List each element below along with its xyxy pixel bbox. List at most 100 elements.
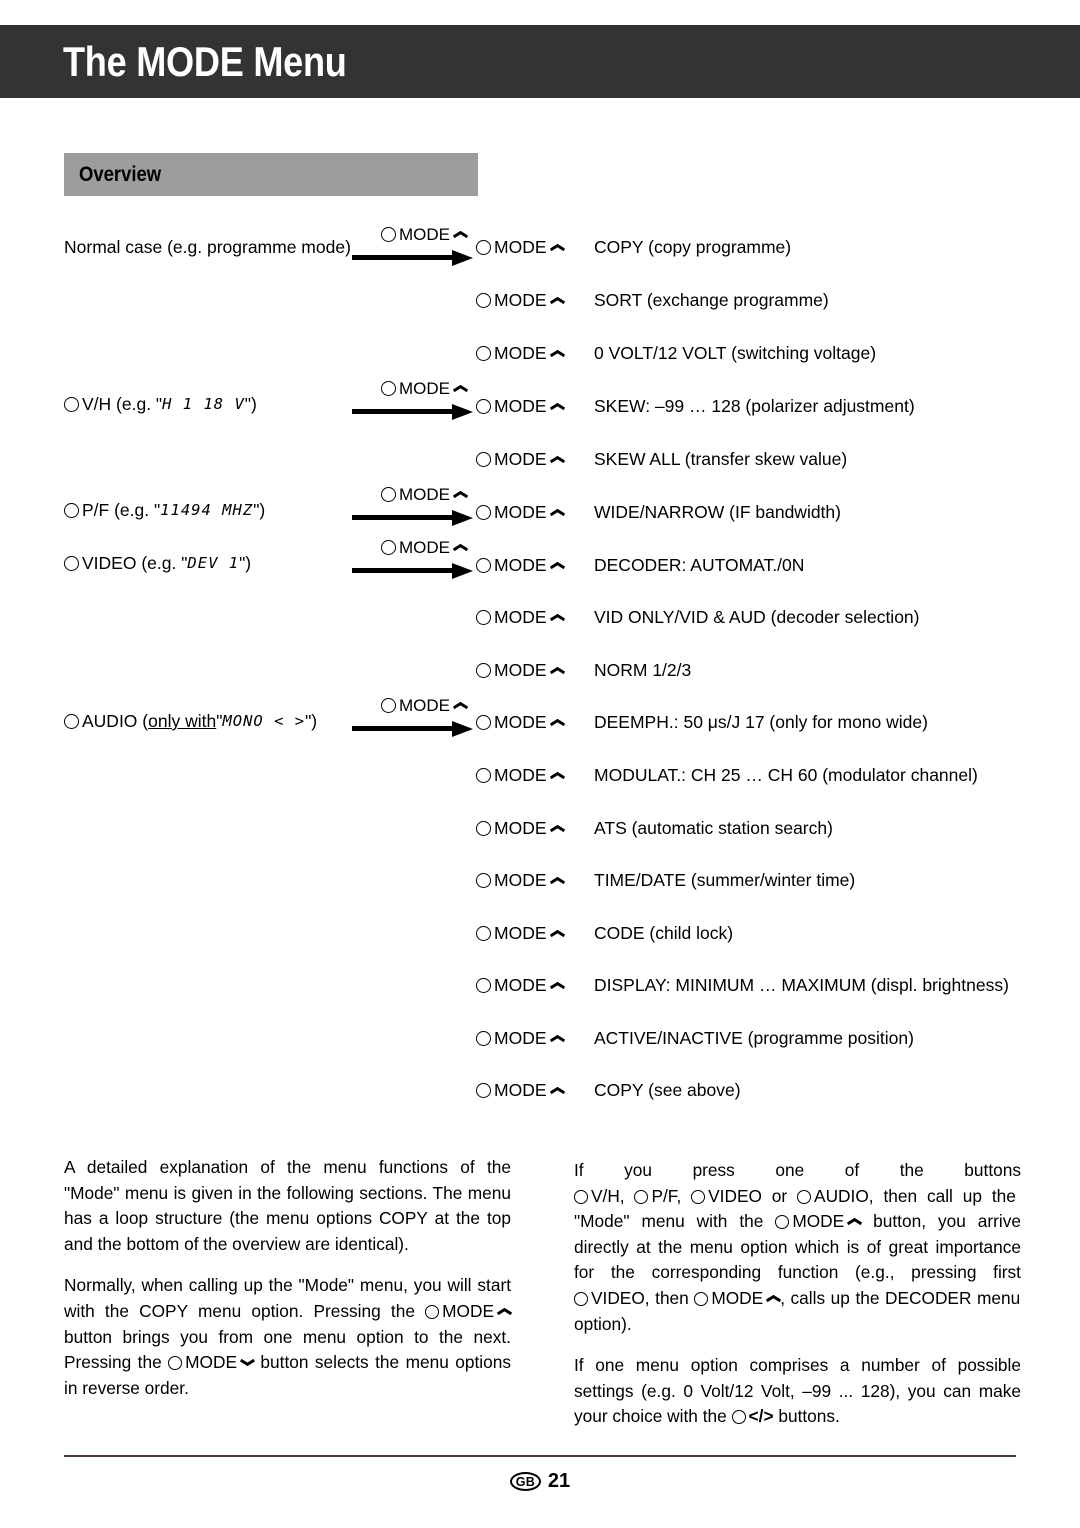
- mode-button[interactable]: MODE: [476, 450, 594, 469]
- menu-step-row[interactable]: MODE WIDE/NARROW (IF bandwidth): [476, 502, 841, 522]
- source-label-normal-case: Normal case (e.g. programme mode): [64, 238, 351, 257]
- arrow-caption-mode[interactable]: MODE: [381, 697, 467, 714]
- mode-label: MODE: [399, 538, 450, 557]
- inline-audio-button[interactable]: AUDIO,: [787, 1186, 874, 1206]
- menu-step-row[interactable]: MODE DEEMPH.: 50 μs/J 17 (only for mono …: [476, 713, 928, 732]
- circle-button-icon: [381, 487, 396, 502]
- mode-label: MODE: [494, 502, 547, 522]
- menu-step-row[interactable]: MODE NORM 1/2/3: [476, 661, 691, 680]
- mode-label: MODE: [494, 237, 547, 257]
- mode-button[interactable]: MODE: [476, 871, 594, 890]
- mode-button[interactable]: MODE: [476, 502, 594, 522]
- paragraph-left-1: A detailed explanation of the menu funct…: [64, 1157, 511, 1254]
- mode-button[interactable]: MODE: [476, 661, 594, 680]
- arrow-caption-mode[interactable]: MODE: [381, 539, 467, 556]
- mode-label: MODE: [494, 1080, 547, 1100]
- circle-button-icon: [64, 397, 79, 413]
- page-footer: GB 21: [0, 1470, 1080, 1493]
- inline-left-right-button[interactable]: </>: [727, 1406, 774, 1426]
- arrow-caption-mode[interactable]: MODE: [381, 380, 467, 397]
- menu-step-row[interactable]: MODE TIME/DATE (summer/winter time): [476, 871, 855, 890]
- inline-pf-button[interactable]: P/F,: [625, 1186, 681, 1206]
- chevron-up-icon: [551, 719, 564, 727]
- circle-button-icon: [381, 227, 396, 242]
- video-label: VIDEO,: [591, 1287, 650, 1308]
- circle-button-icon: [574, 1189, 588, 1204]
- menu-option-label: COPY (see above): [594, 1080, 741, 1100]
- source-label-prefix: VIDEO (e.g. ": [82, 553, 188, 573]
- inline-mode-up-button[interactable]: MODE: [415, 1301, 511, 1321]
- menu-option-label: ATS (automatic station search): [594, 818, 833, 838]
- menu-step-row[interactable]: MODE SKEW ALL (transfer skew value): [476, 450, 847, 469]
- mode-button[interactable]: MODE: [476, 924, 594, 943]
- lcd-readout-vh: H 1 18 V: [162, 395, 245, 413]
- footer-divider: [64, 1455, 1016, 1457]
- mode-button[interactable]: MODE: [476, 291, 594, 310]
- menu-step-row[interactable]: MODE SORT (exchange programme): [476, 291, 829, 310]
- chevron-up-icon: [454, 231, 467, 239]
- menu-step-row[interactable]: MODE CODE (child lock): [476, 924, 733, 943]
- menu-step-row[interactable]: MODE MODULAT.: CH 25 … CH 60 (modulator …: [476, 766, 978, 785]
- menu-step-row[interactable]: MODE ATS (automatic station search): [476, 818, 833, 838]
- source-label-suffix: "): [239, 553, 252, 573]
- mode-button[interactable]: MODE: [476, 344, 594, 363]
- source-label-video[interactable]: VIDEO (e.g. " DEV 1 "): [64, 553, 252, 573]
- mode-button[interactable]: MODE: [476, 1029, 594, 1048]
- arrow-caption-mode[interactable]: MODE: [381, 226, 467, 243]
- circle-button-icon: [476, 452, 491, 468]
- menu-option-label: DISPLAY: MINIMUM … MAXIMUM (displ. brigh…: [594, 975, 1009, 995]
- mode-button[interactable]: MODE: [476, 556, 594, 575]
- mode-button[interactable]: MODE: [476, 608, 594, 627]
- source-label-audio[interactable]: AUDIO ( only with " MONO < > "): [64, 711, 318, 731]
- chevron-up-icon: [551, 930, 564, 938]
- mode-button[interactable]: MODE: [476, 397, 594, 416]
- mode-button[interactable]: MODE: [476, 819, 594, 838]
- menu-step-row[interactable]: MODE COPY (see above): [476, 1080, 741, 1100]
- chevron-up-icon: [551, 614, 564, 622]
- menu-option-label: WIDE/NARROW (IF bandwidth): [594, 502, 841, 522]
- menu-step-row[interactable]: MODE SKEW: –99 … 128 (polarizer adjustme…: [476, 397, 915, 416]
- mode-button[interactable]: MODE: [476, 237, 594, 257]
- source-label-pf[interactable]: P/F (e.g. " 11494 MHZ "): [64, 500, 265, 520]
- menu-step-row[interactable]: MODE COPY (copy programme): [476, 237, 791, 257]
- mode-button[interactable]: MODE: [476, 976, 594, 995]
- mode-label: MODE: [399, 485, 450, 504]
- menu-step-row[interactable]: MODE 0 VOLT/12 VOLT (switching voltage): [476, 344, 876, 363]
- chevron-up-icon: [551, 244, 564, 252]
- chevron-up-icon: [551, 403, 564, 411]
- paragraph-left-2: Normally, when calling up the "Mode" men…: [64, 1273, 511, 1401]
- source-label-vh[interactable]: V/H (e.g. " H 1 18 V "): [64, 395, 257, 414]
- menu-step-row[interactable]: MODE VID ONLY/VID & AUD (decoder selecti…: [476, 608, 920, 627]
- inline-vh-button[interactable]: V/H,: [574, 1186, 625, 1206]
- mode-label: MODE: [399, 696, 450, 715]
- menu-step-row[interactable]: MODE ACTIVE/INACTIVE (programme position…: [476, 1029, 914, 1048]
- arrow-caption-mode[interactable]: MODE: [381, 486, 467, 503]
- circle-button-icon: [476, 1031, 491, 1047]
- inline-video-button[interactable]: VIDEO,: [574, 1288, 650, 1308]
- left-right-label: </>: [748, 1406, 774, 1427]
- menu-step-row[interactable]: MODE DECODER: AUTOMAT./0N: [476, 556, 804, 575]
- inline-video-button[interactable]: VIDEO or: [681, 1186, 787, 1206]
- circle-button-icon: [476, 663, 491, 679]
- page-number: 21: [547, 1470, 571, 1492]
- inline-mode-up-button[interactable]: MODE: [763, 1211, 861, 1231]
- source-label-prefix: P/F (e.g. ": [82, 500, 161, 520]
- paragraph-right-1: If you press one of the buttons V/H, P/F…: [574, 1158, 1021, 1337]
- circle-button-icon: [476, 715, 491, 731]
- menu-step-row[interactable]: MODE DISPLAY: MINIMUM … MAXIMUM (displ. …: [476, 975, 1009, 995]
- chevron-up-icon: [551, 297, 564, 305]
- chevron-up-icon: [454, 385, 467, 393]
- chevron-up-icon: [551, 456, 564, 464]
- chevron-down-icon: [241, 1359, 254, 1367]
- mode-button[interactable]: MODE: [476, 766, 594, 785]
- inline-mode-down-button[interactable]: MODE: [162, 1352, 254, 1372]
- circle-button-icon: [476, 768, 491, 784]
- circle-button-icon: [476, 1083, 491, 1099]
- mode-button[interactable]: MODE: [476, 713, 594, 732]
- inline-mode-up-button[interactable]: MODE: [689, 1288, 780, 1308]
- source-label-suffix: "): [305, 711, 318, 731]
- circle-button-icon: [476, 240, 491, 256]
- mode-button[interactable]: MODE: [476, 1080, 594, 1100]
- circle-button-icon: [476, 558, 491, 574]
- circle-button-icon: [476, 821, 491, 837]
